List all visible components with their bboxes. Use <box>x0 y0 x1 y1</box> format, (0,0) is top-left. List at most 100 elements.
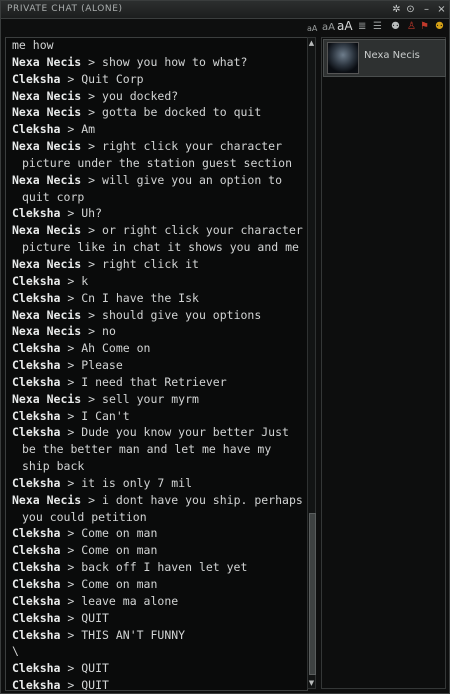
message-text: > back off I haven let yet <box>60 560 248 575</box>
member-name: Nexa Necis <box>364 50 420 61</box>
message-sender[interactable]: Cleksha <box>12 72 60 86</box>
settings-icon[interactable]: ⊙ <box>404 3 417 16</box>
list-view-icon[interactable]: ≣ <box>358 20 366 34</box>
message-text: > I need that Retriever <box>60 374 227 389</box>
flag-icon[interactable]: ⚑ <box>420 20 429 34</box>
message-sender[interactable]: Cleksha <box>12 409 60 423</box>
message-sender[interactable]: Cleksha <box>12 291 60 305</box>
message-text: > right click it <box>81 256 199 271</box>
message-sender[interactable]: Nexa Necis <box>12 257 81 271</box>
chat-message: Cleksha > it is only 7 mil <box>12 475 305 492</box>
message-sender[interactable]: Cleksha <box>12 628 60 642</box>
message-sender[interactable]: Nexa Necis <box>12 55 81 69</box>
font-size-large-button[interactable]: aA <box>337 19 353 33</box>
font-size-small-button[interactable]: aA <box>307 22 317 36</box>
chat-message: Nexa Necis > no <box>12 323 305 340</box>
user-settings-icon[interactable]: ⚉ <box>435 20 444 34</box>
scroll-thumb[interactable] <box>309 513 316 675</box>
avatar[interactable] <box>327 42 359 74</box>
message-sender[interactable]: Cleksha <box>12 375 60 389</box>
message-sender[interactable]: Nexa Necis <box>12 324 81 338</box>
message-sender[interactable]: Cleksha <box>12 611 60 625</box>
scroll-down-icon[interactable]: ▼ <box>308 678 315 688</box>
message-sender[interactable]: Nexa Necis <box>12 308 81 322</box>
message-text: > Come on man <box>60 577 158 591</box>
message-sender[interactable]: Cleksha <box>12 274 60 288</box>
chat-message: Cleksha > QUIT <box>12 677 305 690</box>
message-text: > THIS AN'T FUNNY <box>60 627 186 642</box>
message-sender[interactable]: Cleksha <box>12 425 60 439</box>
chat-message: Nexa Necis > gotta be docked to quit <box>12 104 305 121</box>
message-text: > Am <box>60 122 96 137</box>
message-sender[interactable]: Cleksha <box>12 206 60 220</box>
chat-message: Nexa Necis > right click it <box>12 256 305 273</box>
message-sender[interactable]: Nexa Necis <box>12 173 81 187</box>
message-sender[interactable]: Nexa Necis <box>12 105 81 119</box>
chat-message: Nexa Necis > sell your myrm <box>12 391 305 408</box>
message-sender[interactable]: Nexa Necis <box>12 223 81 237</box>
chat-message: me how <box>12 38 305 54</box>
message-text: > Uh? <box>60 206 103 221</box>
minimize-button[interactable]: – <box>420 3 433 16</box>
message-sender[interactable]: Cleksha <box>12 560 60 574</box>
chat-message: Cleksha > k <box>12 273 305 290</box>
message-text: > you docked? <box>81 88 179 103</box>
message-sender[interactable]: Cleksha <box>12 358 60 372</box>
message-text: > QUIT <box>60 661 109 676</box>
scroll-up-icon[interactable]: ▲ <box>308 38 315 48</box>
chat-message: Cleksha > QUIT <box>12 660 305 677</box>
chat-toolbar: aA aA aA ≣ ☰ ⚉ ♙ ⚑ ⚉ <box>1 19 449 35</box>
chat-message: Cleksha > Ah Come on <box>12 340 305 357</box>
pin-icon[interactable]: ✲ <box>390 3 403 16</box>
message-sender[interactable]: Cleksha <box>12 661 60 675</box>
message-sender[interactable]: Cleksha <box>12 476 60 490</box>
message-text: > it is only 7 mil <box>60 475 193 490</box>
close-button[interactable]: × <box>435 3 448 16</box>
chat-message: Nexa Necis > show you how to what? <box>12 54 305 71</box>
message-sender[interactable]: Cleksha <box>12 678 60 690</box>
message-text: > I Can't <box>60 408 130 423</box>
person-icon[interactable]: ♙ <box>407 20 416 34</box>
compact-view-icon[interactable]: ☰ <box>373 20 382 34</box>
message-sender[interactable]: Cleksha <box>12 577 60 591</box>
message-list: me how Nexa Necis > show you how to what?… <box>12 38 305 690</box>
chat-message: Cleksha > Cn I have the Isk <box>12 290 305 307</box>
message-text: > gotta be docked to quit <box>81 105 262 120</box>
message-text: > sell your myrm <box>81 391 199 406</box>
message-text: > should give you options <box>81 307 262 322</box>
message-text: > Dude you know your better Just be the … <box>22 425 289 474</box>
message-text: > Come on man <box>60 526 158 541</box>
message-text: \ <box>12 644 19 659</box>
chat-message: Cleksha > back off I haven let yet <box>12 559 305 576</box>
chat-log[interactable]: me how Nexa Necis > show you how to what?… <box>5 37 308 691</box>
chat-message: Nexa Necis > or right click your charact… <box>12 222 305 256</box>
chat-message: Nexa Necis > will give you an option to … <box>12 172 305 206</box>
message-sender[interactable]: Cleksha <box>12 594 60 608</box>
message-sender[interactable]: Nexa Necis <box>12 139 81 153</box>
message-sender[interactable]: Cleksha <box>12 122 60 136</box>
font-size-medium-button[interactable]: aA <box>322 21 335 35</box>
chat-message: Nexa Necis > should give you options <box>12 307 305 324</box>
message-sender[interactable]: Cleksha <box>12 341 60 355</box>
message-sender[interactable]: Cleksha <box>12 526 60 540</box>
chat-message: Nexa Necis > you docked? <box>12 88 305 105</box>
message-sender[interactable]: Cleksha <box>12 543 60 557</box>
chat-message: Cleksha > QUIT <box>12 610 305 627</box>
chat-message: Cleksha > Am <box>12 121 305 138</box>
chat-message: Cleksha > I need that Retriever <box>12 374 305 391</box>
message-text: > Quit Corp <box>60 71 144 86</box>
message-sender[interactable]: Nexa Necis <box>12 89 81 103</box>
message-text: > Come on man <box>60 543 158 558</box>
member-list: Nexa Necis <box>321 37 446 689</box>
members-toggle-icon[interactable]: ⚉ <box>391 20 400 34</box>
message-sender[interactable]: Nexa Necis <box>12 493 81 507</box>
message-sender[interactable]: Nexa Necis <box>12 392 81 406</box>
chat-scrollbar[interactable]: ▲ ▼ <box>307 37 316 689</box>
message-text: > k <box>60 273 89 288</box>
member-item[interactable]: Nexa Necis <box>323 39 446 77</box>
chat-message: Nexa Necis > i dont have you ship. perha… <box>12 492 305 526</box>
message-text: > show you how to what? <box>81 54 248 69</box>
title-bar[interactable]: PRIVATE CHAT (ALONE) ✲ ⊙ – × <box>1 1 449 19</box>
message-text: > no <box>81 324 116 339</box>
chat-message: Cleksha > Dude you know your better Just… <box>12 424 305 475</box>
